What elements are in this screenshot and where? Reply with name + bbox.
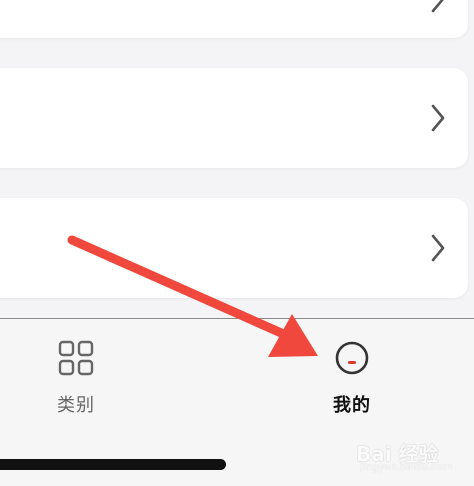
tab-category[interactable]: 类别 bbox=[1, 319, 151, 429]
grid-icon bbox=[58, 340, 94, 376]
list-card-2[interactable] bbox=[0, 68, 468, 168]
tab-mine-label: 我的 bbox=[333, 395, 371, 416]
watermark-url: jingyan.baidu.com bbox=[360, 462, 453, 473]
chevron-right-icon bbox=[431, 104, 445, 132]
chevron-right-icon bbox=[431, 234, 445, 262]
tab-mine[interactable]: 我的 bbox=[277, 319, 427, 429]
list-card-1[interactable] bbox=[0, 0, 468, 38]
settings-list bbox=[0, 0, 474, 318]
list-card-3[interactable] bbox=[0, 198, 468, 298]
profile-face-icon bbox=[335, 341, 369, 375]
baidu-watermark: Bai 经验 jingyan.baidu.com bbox=[352, 430, 470, 478]
chevron-right-icon bbox=[431, 0, 444, 13]
home-indicator bbox=[0, 459, 226, 470]
tab-category-label: 类别 bbox=[57, 395, 95, 416]
